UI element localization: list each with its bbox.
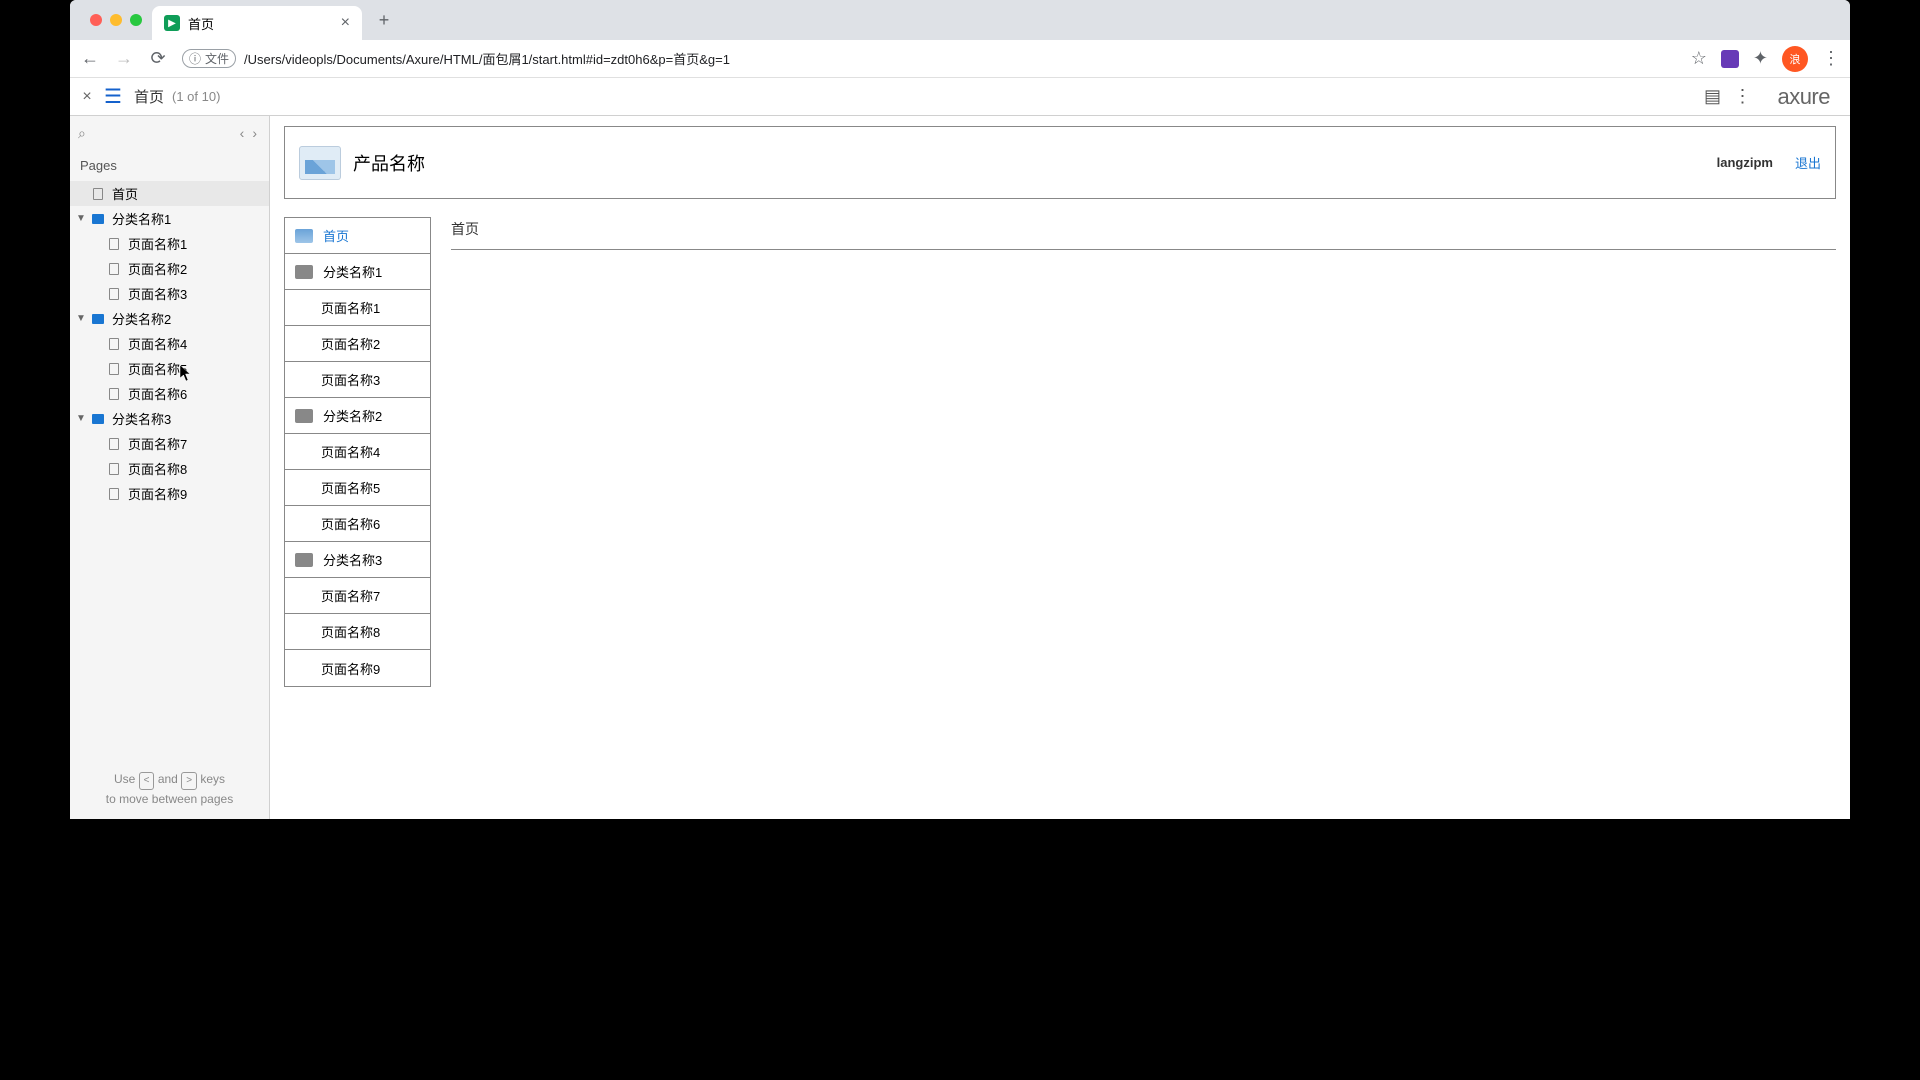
tree-page[interactable]: 页面名称9 <box>70 481 269 506</box>
profile-avatar[interactable]: 浪 <box>1782 46 1808 72</box>
omnibox[interactable]: ⓘ 文件 /Users/videopls/Documents/Axure/HTM… <box>182 49 1677 68</box>
more-icon[interactable]: ⋮ <box>1727 86 1757 107</box>
tab-title: 首页 <box>188 14 214 33</box>
tree-page[interactable]: 页面名称6 <box>70 381 269 406</box>
tree-page[interactable]: 页面名称4 <box>70 331 269 356</box>
info-icon: ⓘ <box>189 50 201 67</box>
product-header: 产品名称 langzipm 退出 <box>284 126 1836 199</box>
menu-sub-item[interactable]: 页面名称9 <box>285 650 430 686</box>
page-count: (1 of 10) <box>172 89 220 104</box>
address-bar: ← → ⟳ ⓘ 文件 /Users/videopls/Documents/Axu… <box>70 40 1850 78</box>
menu-sub-item[interactable]: 页面名称4 <box>285 434 430 470</box>
tab-strip: ▶ 首页 × + <box>70 0 1850 40</box>
caret-down-icon[interactable]: ▼ <box>76 213 90 224</box>
menu-category-item[interactable]: 分类名称3 <box>285 542 430 578</box>
prototype-canvas: 产品名称 langzipm 退出 首页分类名称1 页面名称1 页面名称2 页面名称3 分… <box>270 116 1850 819</box>
tree-page[interactable]: 首页 <box>70 181 269 206</box>
new-tab-button[interactable]: + <box>370 6 398 34</box>
close-window[interactable] <box>90 14 102 26</box>
tree-page[interactable]: 页面名称7 <box>70 431 269 456</box>
tree-page[interactable]: 页面名称2 <box>70 256 269 281</box>
window-controls <box>80 14 152 26</box>
back-button[interactable]: ← <box>80 48 100 69</box>
minimize-window[interactable] <box>110 14 122 26</box>
prev-page-icon[interactable]: ‹ <box>236 125 249 141</box>
tree-page[interactable]: 页面名称1 <box>70 231 269 256</box>
tree-page[interactable]: 页面名称3 <box>70 281 269 306</box>
extensions-puzzle-icon[interactable]: ✦ <box>1753 48 1768 69</box>
browser-window: ▶ 首页 × + ← → ⟳ ⓘ 文件 /Users/videopls/Docu… <box>70 0 1850 819</box>
menu-item-label: 页面名称5 <box>321 478 380 497</box>
menu-category-item[interactable]: 分类名称2 <box>285 398 430 434</box>
caret-down-icon[interactable]: ▼ <box>76 313 90 324</box>
url-text: /Users/videopls/Documents/Axure/HTML/面包屑… <box>244 49 730 68</box>
tree-page[interactable]: 页面名称5 <box>70 356 269 381</box>
menu-sub-item[interactable]: 页面名称7 <box>285 578 430 614</box>
menu-item-label: 页面名称1 <box>321 298 380 317</box>
axure-logo: axure <box>1757 84 1850 110</box>
caret-down-icon[interactable]: ▼ <box>76 413 90 424</box>
product-title: 产品名称 <box>353 150 425 176</box>
folder-icon <box>295 409 313 423</box>
menu-sub-item[interactable]: 页面名称1 <box>285 290 430 326</box>
menu-item-label: 页面名称2 <box>321 334 380 353</box>
menu-item-label: 页面名称3 <box>321 370 380 389</box>
extension-icon[interactable] <box>1721 50 1739 68</box>
reload-button[interactable]: ⟳ <box>148 48 168 69</box>
bookmark-star-icon[interactable]: ☆ <box>1691 48 1707 69</box>
browser-tab[interactable]: ▶ 首页 × <box>152 6 362 40</box>
menu-item-label: 分类名称3 <box>323 550 382 569</box>
sidebar-footer: Use < and > keys to move between pages <box>70 760 269 819</box>
axure-toolbar: × ☰ 首页 (1 of 10) ▤ ⋮ axure <box>70 78 1850 116</box>
workspace: ⌕ ‹ › Pages 首页▼分类名称1页面名称1页面名称2页面名称3▼分类名称… <box>70 116 1850 819</box>
search-icon[interactable]: ⌕ <box>78 125 86 142</box>
tree-folder[interactable]: ▼分类名称2 <box>70 306 269 331</box>
left-key-icon: < <box>139 772 155 790</box>
pages-sidebar: ⌕ ‹ › Pages 首页▼分类名称1页面名称1页面名称2页面名称3▼分类名称… <box>70 116 270 819</box>
menu-item-label: 页面名称9 <box>321 659 380 678</box>
current-page-name: 首页 <box>134 86 164 107</box>
username-label: langzipm <box>1717 155 1773 170</box>
hamburger-icon[interactable]: ☰ <box>104 84 134 109</box>
menu-sub-item[interactable]: 页面名称6 <box>285 506 430 542</box>
divider <box>451 249 1836 250</box>
menu-item-label: 页面名称7 <box>321 586 380 605</box>
close-panel-icon[interactable]: × <box>70 88 104 106</box>
next-page-icon[interactable]: › <box>248 125 261 141</box>
menu-item-label: 页面名称6 <box>321 514 380 533</box>
page-tree: 首页▼分类名称1页面名称1页面名称2页面名称3▼分类名称2页面名称4页面名称5页… <box>70 181 269 760</box>
folder-icon <box>295 265 313 279</box>
menu-item-label: 页面名称8 <box>321 622 380 641</box>
right-key-icon: > <box>181 772 197 790</box>
tree-page[interactable]: 页面名称8 <box>70 456 269 481</box>
menu-sub-item[interactable]: 页面名称3 <box>285 362 430 398</box>
home-icon <box>295 229 313 243</box>
menu-sub-item[interactable]: 页面名称5 <box>285 470 430 506</box>
menu-sub-item[interactable]: 页面名称8 <box>285 614 430 650</box>
chrome-menu-icon[interactable]: ⋮ <box>1822 48 1840 69</box>
breadcrumb: 首页 <box>451 219 1836 239</box>
logout-link[interactable]: 退出 <box>1795 153 1821 172</box>
menu-item-label: 分类名称2 <box>323 406 382 425</box>
notes-icon[interactable]: ▤ <box>1697 86 1727 107</box>
tree-folder[interactable]: ▼分类名称3 <box>70 406 269 431</box>
tab-favicon: ▶ <box>164 15 180 31</box>
content-area: 首页 <box>451 217 1836 687</box>
menu-home-item[interactable]: 首页 <box>285 218 430 254</box>
close-tab-icon[interactable]: × <box>341 14 350 32</box>
logo-placeholder-icon <box>299 146 341 180</box>
menu-item-label: 首页 <box>323 226 349 245</box>
menu-item-label: 分类名称1 <box>323 262 382 281</box>
forward-button[interactable]: → <box>114 48 134 69</box>
toolbar-right: ☆ ✦ 浪 ⋮ <box>1691 46 1840 72</box>
file-origin-chip: ⓘ 文件 <box>182 49 236 68</box>
maximize-window[interactable] <box>130 14 142 26</box>
menu-category-item[interactable]: 分类名称1 <box>285 254 430 290</box>
pages-label: Pages <box>70 150 269 181</box>
menu-item-label: 页面名称4 <box>321 442 380 461</box>
tree-folder[interactable]: ▼分类名称1 <box>70 206 269 231</box>
nav-menu: 首页分类名称1 页面名称1 页面名称2 页面名称3 分类名称2 页面名称4 页面名称5 页面名… <box>284 217 431 687</box>
menu-sub-item[interactable]: 页面名称2 <box>285 326 430 362</box>
folder-icon <box>295 553 313 567</box>
